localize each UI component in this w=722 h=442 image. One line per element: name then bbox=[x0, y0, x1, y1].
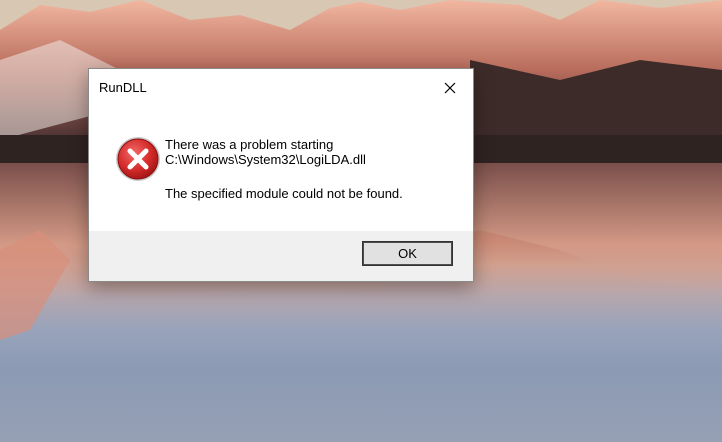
rundll-error-dialog: RunDLL There was a problem starting C:\W… bbox=[88, 68, 474, 282]
error-message: There was a problem starting C:\Windows\… bbox=[165, 137, 366, 167]
dialog-footer: OK bbox=[89, 231, 473, 281]
error-icon bbox=[116, 137, 160, 181]
error-message-dll-path: C:\Windows\System32\LogiLDA.dll bbox=[165, 152, 366, 167]
ok-button[interactable]: OK bbox=[362, 241, 453, 266]
error-detail: The specified module could not be found. bbox=[165, 186, 403, 201]
dialog-title: RunDLL bbox=[99, 80, 147, 95]
close-button[interactable] bbox=[427, 69, 473, 107]
close-icon bbox=[444, 82, 456, 94]
dialog-titlebar[interactable]: RunDLL bbox=[89, 69, 473, 107]
dialog-content: There was a problem starting C:\Windows\… bbox=[89, 107, 473, 231]
error-message-line1: There was a problem starting bbox=[165, 137, 334, 152]
